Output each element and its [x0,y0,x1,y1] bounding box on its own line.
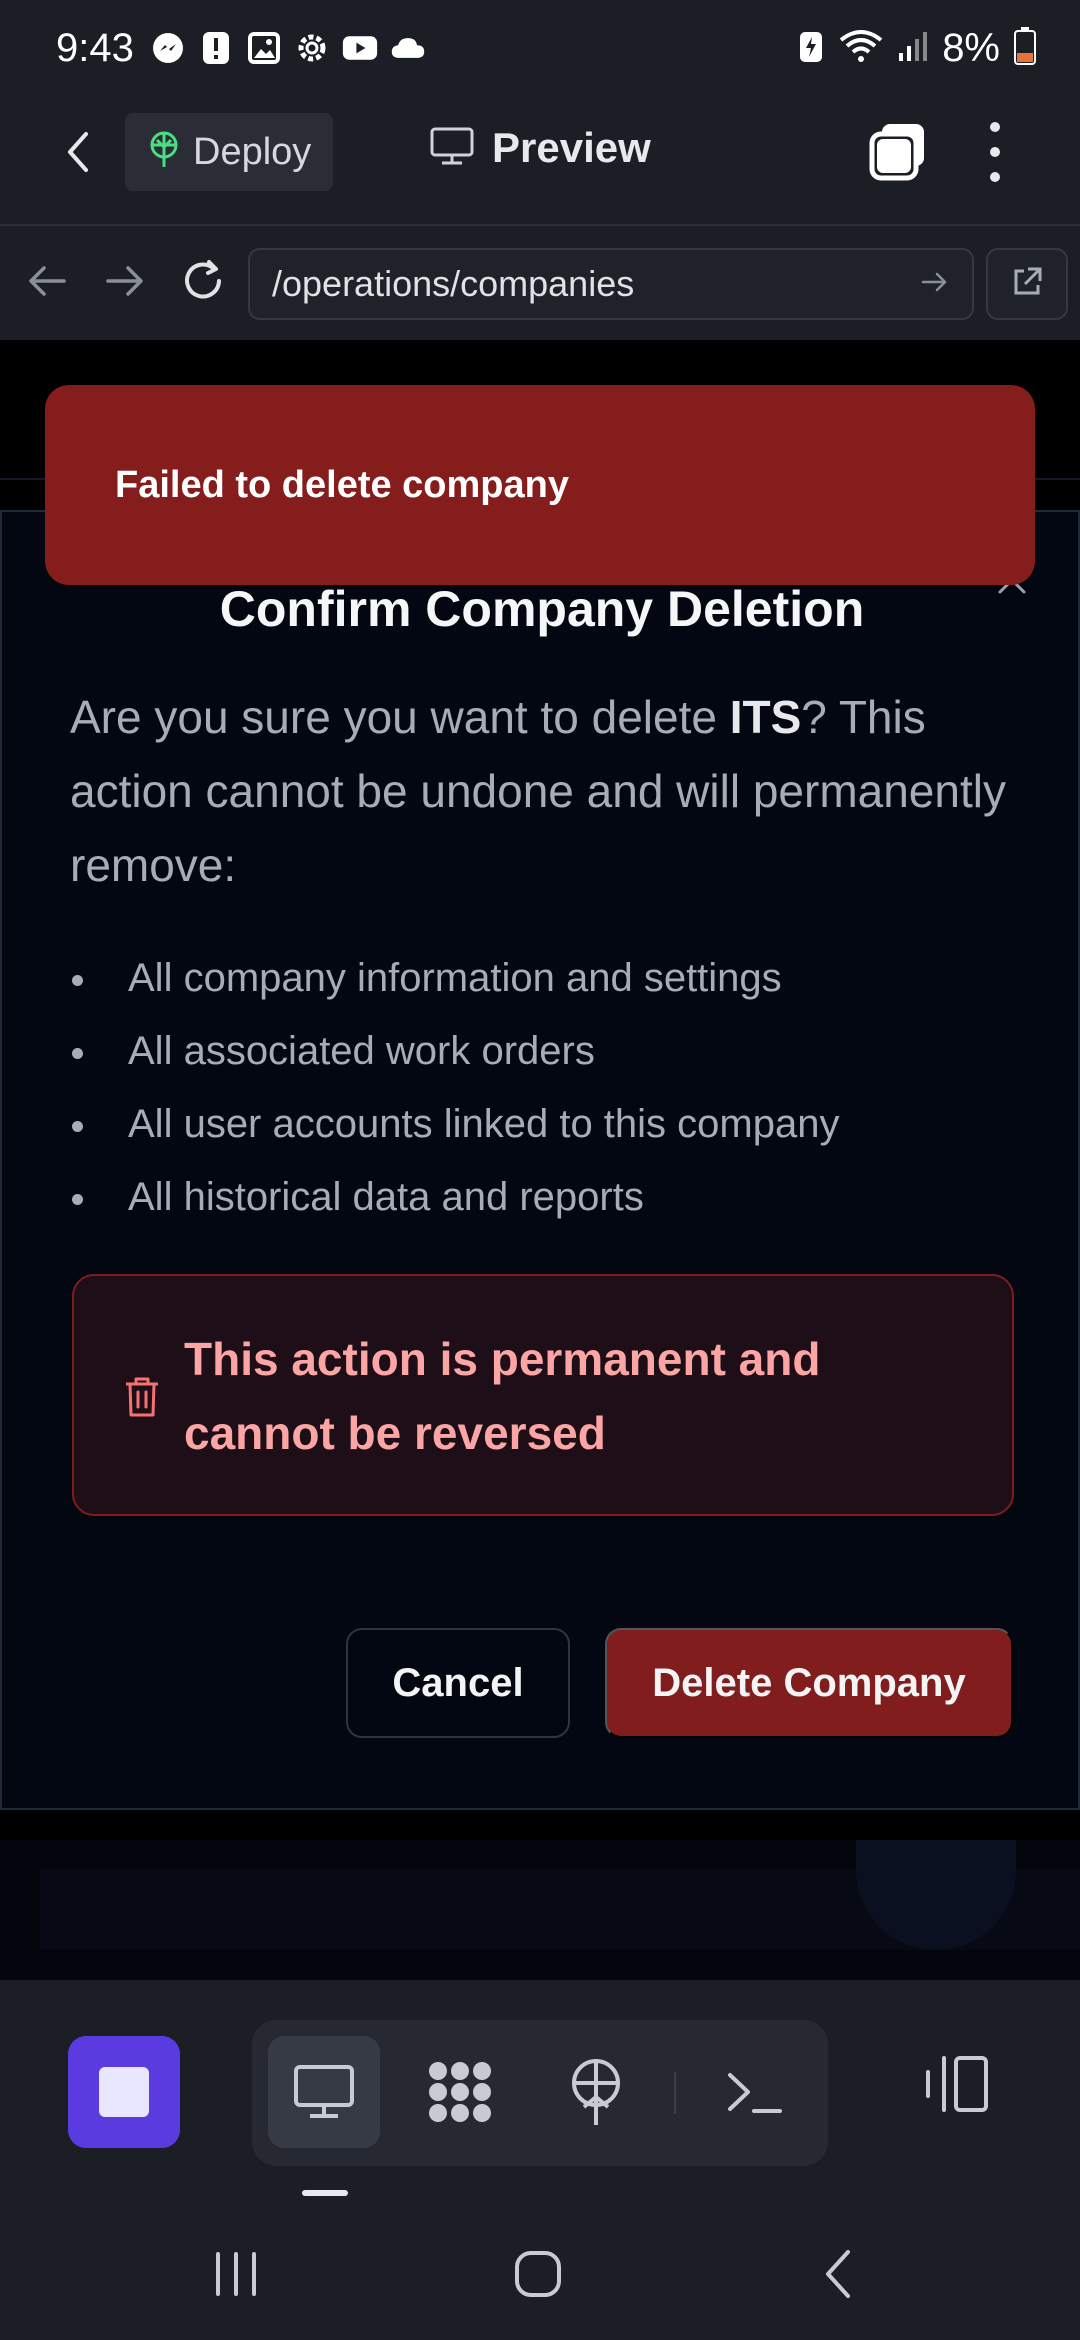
delete-company-button[interactable]: Delete Company [605,1628,1013,1738]
browser-forward-icon[interactable] [102,258,148,304]
deploy-tool-icon[interactable] [540,2036,652,2148]
deploy-label: Deploy [193,130,312,173]
grid-dots-icon[interactable] [404,2036,516,2148]
signal-icon [898,29,928,68]
list-item: All user accounts linked to this company [70,1088,1030,1161]
list-item: All historical data and reports [70,1161,1030,1234]
go-arrow-icon[interactable] [920,267,950,302]
divider [674,2072,676,2114]
app-bar: Deploy Preview [0,100,1080,224]
tool-group [252,2020,828,2166]
dialog-title: Confirm Company Deletion [219,581,865,637]
active-tool-indicator [302,2190,348,2196]
warning-box: This action is permanent and cannot be r… [72,1274,1014,1516]
bottom-toolbar [0,1980,1080,2200]
dialog-message: Are you sure you want to delete ITS? Thi… [70,680,1030,902]
gallery-icon [246,30,282,66]
open-external-button[interactable] [986,248,1068,320]
error-toast: Failed to delete company [45,385,1035,585]
web-content: Confirm Company Deletion Are you sure yo… [0,340,1080,1980]
cancel-button[interactable]: Cancel [346,1628,570,1738]
alert-icon [198,30,234,66]
list-item: All company information and settings [70,942,1030,1015]
list-item: All associated work orders [70,1015,1030,1088]
battery-percent: 8% [942,26,1000,70]
reload-icon[interactable] [180,258,226,304]
preview-tab[interactable]: Preview [430,124,651,172]
dialog-message-start: Are you sure you want to delete [70,691,730,743]
home-icon[interactable] [510,2246,566,2302]
youtube-icon [342,30,378,66]
browser-back-icon[interactable] [24,258,70,304]
system-status-icons: 8% [798,26,1036,71]
monitor-icon [430,126,474,171]
url-input[interactable]: /operations/companies [248,248,974,320]
split-view-icon[interactable] [920,2048,992,2120]
trash-icon [122,1374,162,1420]
company-name: ITS [729,691,802,743]
external-link-icon [1010,265,1044,304]
deploy-button[interactable]: Deploy [125,113,333,191]
system-navigation-bar [0,2200,1080,2340]
url-bar: /operations/companies [0,224,1080,340]
stop-icon [99,2067,149,2117]
wifi-icon [838,28,884,69]
terminal-icon[interactable] [698,2036,810,2148]
system-back-icon[interactable] [812,2246,868,2302]
page-background [0,1840,1080,1980]
battery-saver-icon [798,28,824,69]
preview-label: Preview [492,124,651,171]
settings-icon [294,30,330,66]
tabs-icon[interactable] [868,120,930,182]
recent-apps-icon[interactable] [208,2246,264,2302]
messenger-icon [150,30,186,66]
deploy-icon [147,131,181,174]
cloud-icon [390,30,426,66]
warning-text: This action is permanent and cannot be r… [184,1333,821,1459]
status-bar: 9:43 8% [0,0,1080,100]
url-text: /operations/companies [272,263,635,304]
confirm-delete-dialog: Confirm Company Deletion Are you sure yo… [0,510,1080,1810]
battery-icon [1014,27,1036,70]
back-arrow-icon[interactable] [56,128,104,176]
more-options-icon[interactable] [980,122,1010,182]
deletion-items-list: All company information and settings All… [70,942,1030,1234]
notification-icons [150,30,426,66]
desktop-icon[interactable] [268,2036,380,2148]
stop-button[interactable] [68,2036,180,2148]
status-time: 9:43 [56,26,134,70]
toast-message: Failed to delete company [115,463,569,506]
